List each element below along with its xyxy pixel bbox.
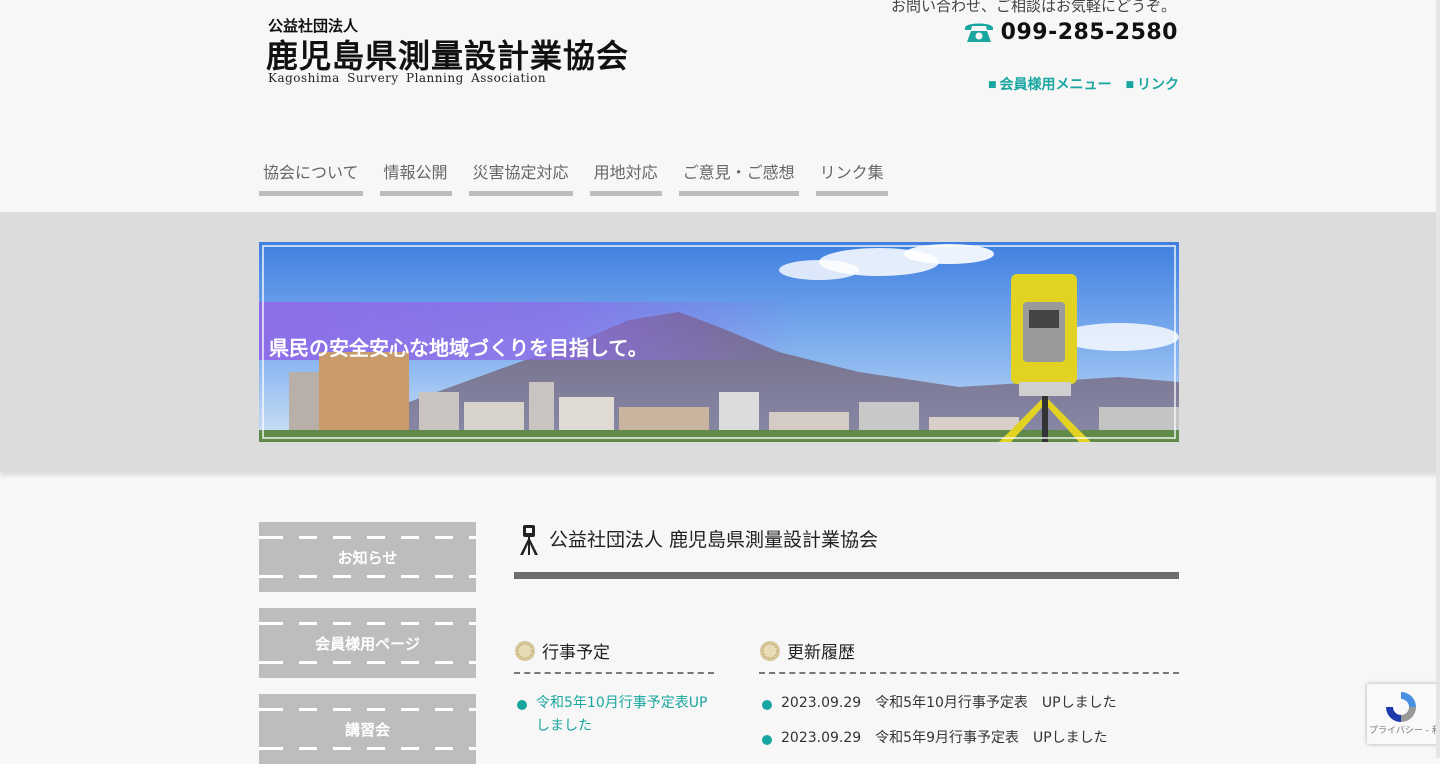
page: 公益社団法人 鹿児島県測量設計業協会 Kagoshima Survery Pla… bbox=[0, 0, 1440, 764]
logo-english: Kagoshima Survery Planning Association bbox=[268, 71, 547, 85]
recaptcha-badge[interactable]: プライバシー - 利用規約 bbox=[1367, 684, 1440, 744]
nav-item-feedback[interactable]: ご意見・ご感想 bbox=[678, 156, 799, 196]
events-rule bbox=[514, 672, 714, 674]
updates-heading: 更新履歴 bbox=[759, 638, 855, 663]
update-text: 令和5年9月行事予定表 UPしました bbox=[875, 730, 1108, 746]
sidebar-item-label: 講習会 bbox=[344, 720, 390, 739]
phone-block: 099-285-2580 bbox=[963, 18, 1178, 46]
sidebar-item-label: お知らせ bbox=[337, 548, 398, 567]
nav-item-disaster[interactable]: 災害協定対応 bbox=[468, 156, 573, 196]
recaptcha-text[interactable]: プライバシー - 利用規約 bbox=[1369, 726, 1440, 736]
updates-heading-label: 更新履歴 bbox=[787, 643, 855, 663]
scrollbar[interactable] bbox=[1436, 0, 1440, 758]
sidebar-item-label: 会員様用ページ bbox=[315, 634, 420, 653]
links-label: リンク bbox=[1137, 77, 1179, 93]
nav-item-about[interactable]: 協会について bbox=[259, 156, 363, 196]
events-heading-label: 行事予定 bbox=[542, 643, 610, 663]
member-menu-label: 会員様用メニュー bbox=[999, 77, 1112, 93]
events-list: 令和5年10月行事予定表UPしました bbox=[514, 692, 714, 750]
member-menu-link[interactable]: ■ 会員様用メニュー bbox=[988, 74, 1112, 94]
sidebar-item-seminar[interactable]: 講習会 bbox=[259, 694, 476, 764]
nav-item-disclosure[interactable]: 情報公開 bbox=[379, 156, 452, 196]
links-link[interactable]: ■ リンク bbox=[1125, 74, 1179, 94]
medal-icon bbox=[760, 640, 780, 661]
hero-tagline: 県民の安全安心な地域づくりを目指して。 bbox=[269, 336, 648, 360]
medal-icon bbox=[515, 640, 535, 661]
contact-note: お問い合わせ、ご相談はお気軽にどうぞ。 bbox=[890, 0, 1176, 15]
updates-list: 2023.09.29 令和5年10月行事予定表 UPしました 2023.09.29… bbox=[759, 692, 1179, 762]
telephone-icon bbox=[964, 23, 993, 42]
global-nav: 協会について 情報公開 災害協定対応 用地対応 ご意見・ご感想 リンク集 bbox=[259, 156, 888, 196]
update-date: 2023.09.29 bbox=[781, 730, 862, 746]
update-date: 2023.09.29 bbox=[781, 695, 862, 711]
events-heading: 行事予定 bbox=[514, 638, 610, 663]
recaptcha-icon bbox=[1386, 692, 1416, 722]
nav-item-links[interactable]: リンク集 bbox=[815, 156, 888, 196]
phone-number[interactable]: 099-285-2580 bbox=[1001, 20, 1178, 45]
sidebar-item-members[interactable]: 会員様用ページ bbox=[259, 608, 476, 678]
hero-image: 県民の安全安心な地域づくりを目指して。 bbox=[259, 242, 1179, 442]
sidebar-item-news[interactable]: お知らせ bbox=[259, 522, 476, 592]
title-bar bbox=[514, 572, 1179, 579]
nav-item-land[interactable]: 用地対応 bbox=[589, 156, 662, 196]
square-bullet-icon: ■ bbox=[987, 80, 997, 90]
list-item[interactable]: 2023.09.29 令和5年10月行事予定表 UPしました bbox=[759, 692, 1179, 715]
list-item[interactable]: 令和5年10月行事予定表UPしました bbox=[514, 692, 714, 738]
hero-banner: 県民の安全安心な地域づくりを目指して。 bbox=[259, 242, 1179, 442]
update-text: 令和5年10月行事予定表 UPしました bbox=[875, 695, 1117, 711]
main-title: 公益社団法人 鹿児島県測量設計業協会 bbox=[549, 529, 879, 551]
updates-rule bbox=[759, 672, 1179, 674]
survey-instrument-icon bbox=[520, 525, 538, 555]
square-bullet-icon: ■ bbox=[1125, 80, 1134, 90]
header-links: ■ 会員様用メニュー ■ リンク bbox=[988, 74, 1179, 94]
list-item[interactable]: 2023.09.29 令和5年9月行事予定表 UPしました bbox=[759, 727, 1179, 750]
